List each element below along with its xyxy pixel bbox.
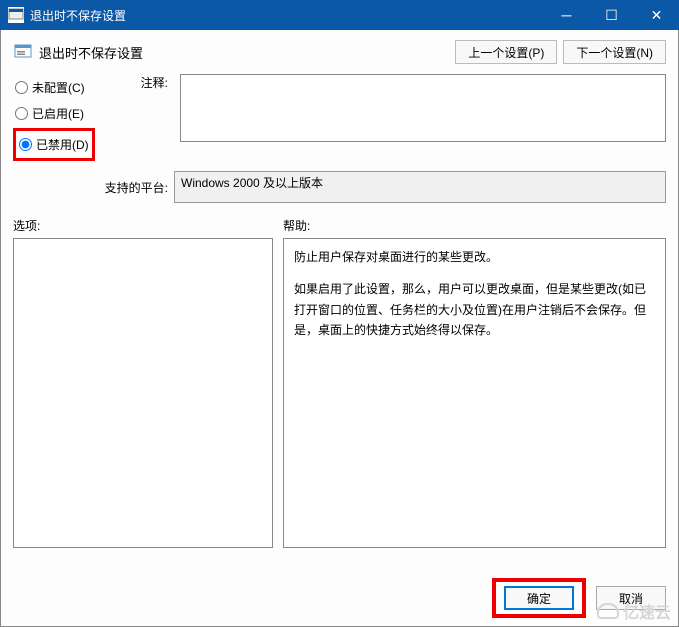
mid-labels: 选项: 帮助: <box>13 217 666 234</box>
platform-row: 支持的平台: Windows 2000 及以上版本 <box>13 171 666 203</box>
minimize-button[interactable]: ─ <box>544 0 589 30</box>
platform-value-box: Windows 2000 及以上版本 <box>174 171 666 203</box>
ok-highlight-box: 确定 <box>492 578 586 618</box>
mid-panels: 防止用户保存对桌面进行的某些更改。 如果启用了此设置，那么，用户可以更改桌面，但… <box>13 238 666 548</box>
radio-not-configured[interactable]: 未配置(C) <box>13 76 98 99</box>
radio-group: 未配置(C) 已启用(E) 已禁用(D) <box>13 74 98 161</box>
header-row: 退出时不保存设置 上一个设置(P) 下一个设置(N) <box>13 40 666 64</box>
options-label: 选项: <box>13 217 283 234</box>
radio-not-configured-label: 未配置(C) <box>32 79 85 96</box>
radio-disabled[interactable]: 已禁用(D) <box>17 133 91 156</box>
ok-button[interactable]: 确定 <box>504 586 574 610</box>
radio-enabled-label: 已启用(E) <box>32 105 84 122</box>
radio-enabled[interactable]: 已启用(E) <box>13 102 98 125</box>
next-setting-button[interactable]: 下一个设置(N) <box>563 40 666 64</box>
help-paragraph-1: 防止用户保存对桌面进行的某些更改。 <box>294 247 655 267</box>
window-title: 退出时不保存设置 <box>30 7 544 24</box>
platform-label: 支持的平台: <box>13 179 174 196</box>
cancel-button[interactable]: 取消 <box>596 586 666 610</box>
window-body: 退出时不保存设置 上一个设置(P) 下一个设置(N) 未配置(C) 已启用(E)… <box>0 30 679 627</box>
setting-name: 退出时不保存设置 <box>39 43 449 62</box>
maximize-button[interactable]: ☐ <box>589 0 634 30</box>
help-paragraph-2: 如果启用了此设置，那么，用户可以更改桌面，但是某些更改(如已打开窗口的位置、任务… <box>294 279 655 340</box>
radio-disabled-input[interactable] <box>19 138 32 151</box>
policy-icon <box>8 7 24 23</box>
setting-icon <box>13 42 33 62</box>
close-button[interactable]: ✕ <box>634 0 679 30</box>
radio-enabled-input[interactable] <box>15 107 28 120</box>
radio-disabled-label: 已禁用(D) <box>36 136 89 153</box>
disabled-highlight-box: 已禁用(D) <box>13 128 95 161</box>
titlebar: 退出时不保存设置 ─ ☐ ✕ <box>0 0 679 30</box>
comment-textarea[interactable] <box>180 74 666 142</box>
prev-setting-button[interactable]: 上一个设置(P) <box>455 40 557 64</box>
options-panel <box>13 238 273 548</box>
help-label: 帮助: <box>283 217 310 234</box>
config-row: 未配置(C) 已启用(E) 已禁用(D) 注释: <box>13 74 666 161</box>
comment-label: 注释: <box>104 74 174 161</box>
radio-not-configured-input[interactable] <box>15 81 28 94</box>
footer-buttons: 确定 取消 <box>492 578 666 618</box>
help-panel: 防止用户保存对桌面进行的某些更改。 如果启用了此设置，那么，用户可以更改桌面，但… <box>283 238 666 548</box>
platform-value: Windows 2000 及以上版本 <box>181 176 323 190</box>
